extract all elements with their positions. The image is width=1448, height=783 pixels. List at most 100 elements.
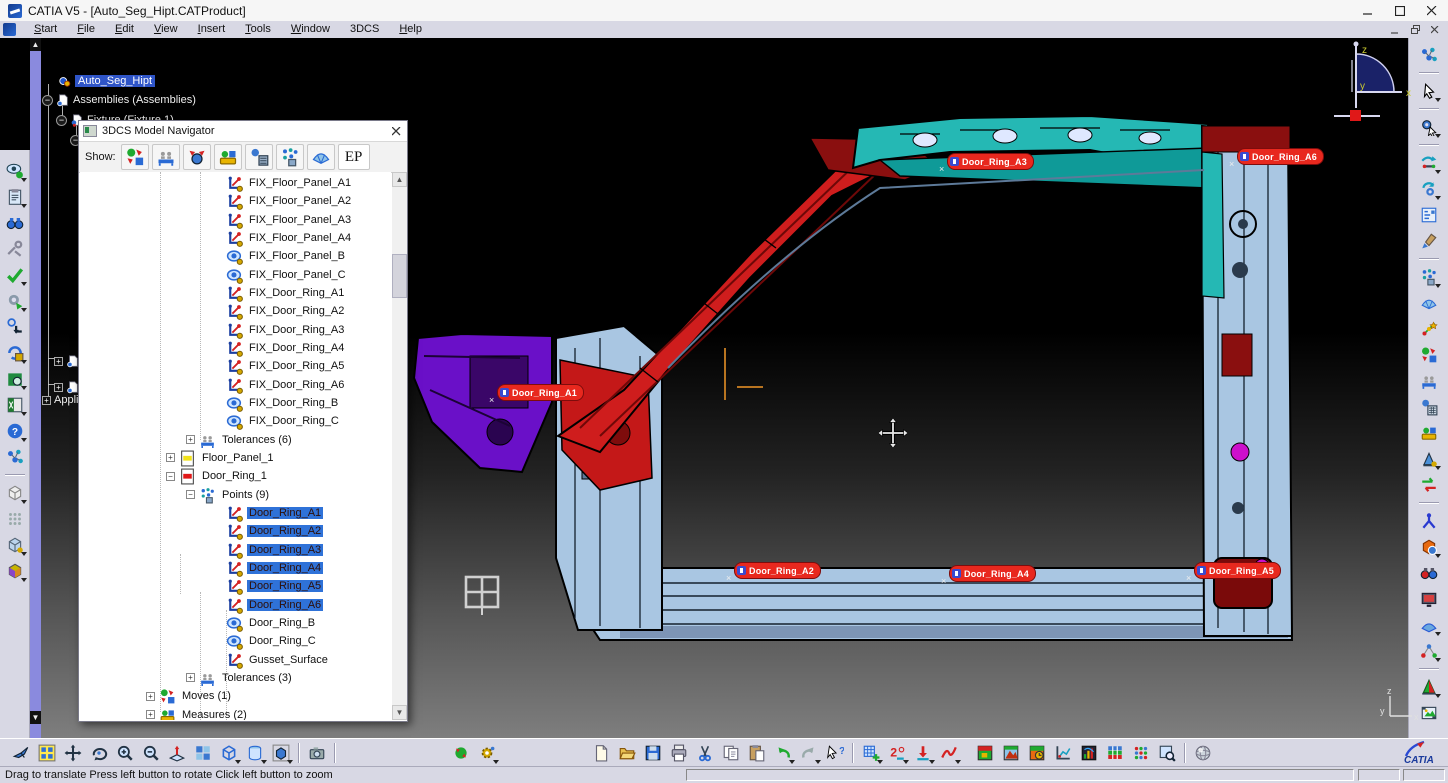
check-button[interactable] bbox=[2, 262, 28, 288]
swap-arrows-button[interactable] bbox=[1416, 472, 1442, 498]
show-moves-button[interactable] bbox=[121, 144, 149, 170]
menu-start[interactable]: Start bbox=[24, 22, 67, 37]
collapse-icon[interactable]: − bbox=[186, 490, 195, 499]
save-button[interactable] bbox=[640, 740, 666, 766]
navigator-tree-row[interactable]: FIX_Floor_Panel_A1 bbox=[80, 174, 353, 192]
color-dots-button[interactable] bbox=[1128, 740, 1154, 766]
expand-icon[interactable]: + bbox=[42, 396, 51, 405]
navigator-tree-row[interactable]: Door_Ring_C bbox=[80, 632, 318, 650]
spec-tree-node[interactable]: Auto_Seg_Hipt bbox=[58, 74, 155, 88]
select-cursor-button[interactable] bbox=[1416, 78, 1442, 104]
new-file-button[interactable] bbox=[588, 740, 614, 766]
camera-button[interactable] bbox=[304, 740, 330, 766]
curve-red-button[interactable] bbox=[936, 740, 962, 766]
navigator-tree-row[interactable]: Door_Ring_A2 bbox=[80, 522, 323, 540]
molecule-button[interactable] bbox=[1416, 42, 1442, 68]
navigator-tree-row[interactable]: Door_Ring_A3 bbox=[80, 541, 323, 559]
molecule-button[interactable] bbox=[2, 444, 28, 470]
navigator-tree-row[interactable]: +Tolerances (6) bbox=[80, 431, 294, 449]
expand-icon[interactable]: + bbox=[186, 673, 195, 682]
scrollbar-up-icon[interactable]: ▲ bbox=[392, 172, 407, 187]
show-tolerances-button[interactable] bbox=[152, 144, 180, 170]
normal-view-button[interactable] bbox=[164, 740, 190, 766]
gear-play-button[interactable] bbox=[2, 288, 28, 314]
iso-cube-button[interactable] bbox=[216, 740, 242, 766]
status-field-2[interactable] bbox=[1358, 769, 1400, 781]
child-restore-button[interactable] bbox=[1408, 24, 1422, 36]
scrollbar-down-icon[interactable]: ▼ bbox=[392, 705, 407, 720]
menu-insert[interactable]: Insert bbox=[188, 22, 236, 37]
show-features-button[interactable] bbox=[307, 144, 335, 170]
preview-save-button[interactable] bbox=[1154, 740, 1180, 766]
color-clock-button[interactable] bbox=[1024, 740, 1050, 766]
excel-button[interactable] bbox=[2, 392, 28, 418]
globe-button[interactable] bbox=[1190, 740, 1216, 766]
color-mountain-button[interactable] bbox=[998, 740, 1024, 766]
gear-3dcs-button[interactable] bbox=[474, 740, 500, 766]
view-compass[interactable]: z x y bbox=[1326, 40, 1418, 124]
grid-view-button[interactable] bbox=[190, 740, 216, 766]
expand-icon[interactable]: + bbox=[146, 710, 155, 719]
redo-button[interactable] bbox=[796, 740, 822, 766]
navigator-tree-row[interactable]: Door_Ring_A5 bbox=[80, 577, 323, 595]
measures-button[interactable] bbox=[1416, 420, 1442, 446]
view-area-button[interactable] bbox=[2, 366, 28, 392]
paste-button[interactable] bbox=[744, 740, 770, 766]
link-arrows-button[interactable] bbox=[1416, 150, 1442, 176]
status-field-3[interactable] bbox=[1403, 769, 1445, 781]
viewport-label[interactable]: Door_Ring_A1 bbox=[497, 384, 584, 401]
navigator-tree-row[interactable]: FIX_Door_Ring_A3 bbox=[80, 321, 346, 339]
cube-color-button[interactable] bbox=[2, 558, 28, 584]
navigator-tree-row[interactable]: FIX_Door_Ring_A6 bbox=[80, 376, 346, 394]
spec-tree-scrollbar[interactable]: ▲ ▼ bbox=[30, 38, 41, 738]
points-cluster-button[interactable] bbox=[1416, 264, 1442, 290]
copy-button[interactable] bbox=[718, 740, 744, 766]
rotate-button[interactable] bbox=[86, 740, 112, 766]
child-minimize-button[interactable] bbox=[1388, 24, 1402, 36]
menu-view[interactable]: View bbox=[144, 22, 188, 37]
gear-cursor-button[interactable] bbox=[1416, 114, 1442, 140]
help-button[interactable]: ? bbox=[2, 418, 28, 444]
navigator-tree-row[interactable]: Door_Ring_B bbox=[80, 614, 317, 632]
grid-widget[interactable] bbox=[462, 572, 502, 616]
dialog-title-bar[interactable]: 3DCS Model Navigator bbox=[79, 121, 407, 142]
child-close-button[interactable] bbox=[1428, 24, 1442, 36]
scrollbar-thumb[interactable] bbox=[392, 254, 407, 298]
binoculars-red-button[interactable] bbox=[1416, 560, 1442, 586]
navigator-tree-row[interactable]: +Measures (2) bbox=[80, 706, 249, 720]
navigator-tree-row[interactable]: FIX_Door_Ring_C bbox=[80, 412, 341, 430]
menu-file[interactable]: File bbox=[67, 22, 105, 37]
zoom-in-button[interactable] bbox=[112, 740, 138, 766]
navigator-tree-row[interactable]: Door_Ring_A4 bbox=[80, 559, 323, 577]
menu-help[interactable]: Help bbox=[389, 22, 432, 37]
cube-white-button[interactable] bbox=[2, 480, 28, 506]
viewport-label[interactable]: Door_Ring_A2 bbox=[734, 562, 821, 579]
expand-icon[interactable]: + bbox=[166, 453, 175, 462]
gear-rotate-button[interactable] bbox=[1416, 176, 1442, 202]
node-graph-button[interactable] bbox=[1416, 638, 1442, 664]
pan-button[interactable] bbox=[60, 740, 86, 766]
navigator-tree-row[interactable]: Door_Ring_A1 bbox=[80, 504, 323, 522]
measure-2-button[interactable]: 2 bbox=[884, 740, 910, 766]
scroll-up-icon[interactable]: ▲ bbox=[30, 38, 41, 51]
surface-fan-button[interactable] bbox=[1416, 290, 1442, 316]
show-gdt-button[interactable] bbox=[183, 144, 211, 170]
scroll-down-icon[interactable]: ▼ bbox=[30, 711, 41, 724]
monitor-button[interactable] bbox=[1416, 586, 1442, 612]
expand-icon[interactable]: + bbox=[146, 692, 155, 701]
navigator-tree-row[interactable]: FIX_Floor_Panel_B bbox=[80, 247, 347, 265]
expand-icon[interactable]: + bbox=[54, 357, 63, 366]
navigator-tree-row[interactable]: FIX_Door_Ring_A1 bbox=[80, 284, 346, 302]
navigator-tree-row[interactable]: FIX_Floor_Panel_A4 bbox=[80, 229, 353, 247]
zoom-out-button[interactable] bbox=[138, 740, 164, 766]
collapse-icon[interactable]: − bbox=[56, 115, 67, 126]
navigator-tree-row[interactable]: Door_Ring_A6 bbox=[80, 596, 323, 614]
spec-tree-node[interactable]: + bbox=[54, 354, 80, 368]
collapse-icon[interactable]: − bbox=[42, 95, 53, 106]
context-help-button[interactable]: ? bbox=[822, 740, 848, 766]
refresh-3dcs-button[interactable] bbox=[448, 740, 474, 766]
paintbrush-button[interactable] bbox=[1416, 228, 1442, 254]
show-dlm-button[interactable] bbox=[245, 144, 273, 170]
viewport-label[interactable]: Door_Ring_A4 bbox=[949, 565, 1036, 582]
navigator-tree-row[interactable]: +Floor_Panel_1 bbox=[80, 449, 276, 467]
